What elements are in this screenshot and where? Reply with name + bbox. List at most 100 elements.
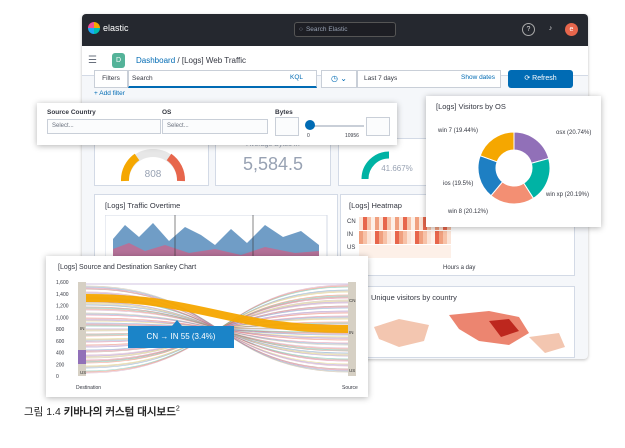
heatmap-cell xyxy=(399,231,403,244)
y-tick-label: 200 xyxy=(56,362,65,368)
bytes-min-input[interactable] xyxy=(275,117,299,136)
search-icon: ○ xyxy=(299,26,303,33)
heatmap-title: [Logs] Heatmap xyxy=(349,201,402,210)
heatmap-cell xyxy=(387,217,391,230)
heatmap-cell xyxy=(427,245,431,258)
global-search-input[interactable]: ○ Search Elastic xyxy=(294,22,396,37)
avg-bytes-panel: Average Bytes In 5,584.5 xyxy=(215,138,331,186)
heatmap-cell xyxy=(395,245,399,258)
heatmap-cell xyxy=(419,217,423,230)
percent-donut: 41.667% xyxy=(361,151,413,180)
source-country-select[interactable]: Select... xyxy=(47,119,161,134)
os-label: OS xyxy=(162,109,172,116)
gauge-value: 808 xyxy=(145,169,162,180)
input-controls-panel: Source Country Select... OS Select... By… xyxy=(37,103,397,145)
heatmap-cell xyxy=(419,245,423,258)
heatmap-cell xyxy=(415,245,419,258)
heatmap-cell xyxy=(439,245,443,258)
pie-slice[interactable] xyxy=(479,131,515,163)
y-tick-label: 800 xyxy=(56,327,65,333)
heatmap-cell xyxy=(423,231,427,244)
user-avatar[interactable]: e xyxy=(565,23,578,36)
heatmap-cell xyxy=(375,217,379,230)
query-bar: Filters Search KQL ◷ ⌄ Last 7 days Show … xyxy=(94,70,573,88)
unique-visitors-title: Unique visitors by country xyxy=(371,293,457,302)
heatmap-cell xyxy=(435,245,439,258)
heatmap-cell xyxy=(359,217,363,230)
top-nav-bar: elastic ○ Search Elastic ? ♪ e xyxy=(82,14,588,46)
heatmap-cell xyxy=(383,231,387,244)
quick-time-picker-icon[interactable]: ◷ ⌄ xyxy=(321,70,357,88)
page-title: [Logs] Web Traffic xyxy=(181,56,247,65)
refresh-button[interactable]: ⟳ Refresh xyxy=(508,70,573,88)
heatmap-cell xyxy=(415,217,419,230)
os-select[interactable]: Select... xyxy=(162,119,268,134)
heatmap-cell xyxy=(411,231,415,244)
pie-label: win xp (20.19%) xyxy=(546,192,590,198)
heatmap-cell xyxy=(367,231,371,244)
heatmap-cell xyxy=(371,231,375,244)
heatmap-cell xyxy=(447,245,451,258)
elastic-logo[interactable]: elastic xyxy=(88,22,129,34)
sankey-title: [Logs] Source and Destination Sankey Cha… xyxy=(58,264,197,271)
heatmap-cell xyxy=(383,245,387,258)
sankey-tooltip: CN → IN 55 (3.4%) xyxy=(128,326,234,348)
heatmap-cell xyxy=(379,231,383,244)
heatmap-cell xyxy=(431,245,435,258)
sankey-destination-label: Destination xyxy=(76,385,102,391)
heatmap-cell xyxy=(383,217,387,230)
pie-label: win 7 (19.44%) xyxy=(438,128,479,134)
help-icon[interactable]: ? xyxy=(522,23,535,36)
heatmap-cell xyxy=(439,231,443,244)
heatmap-cell xyxy=(391,245,395,258)
bytes-max-input[interactable] xyxy=(366,117,390,136)
bytes-slider-handle[interactable] xyxy=(305,120,315,130)
add-filter-link[interactable]: + Add filter xyxy=(94,90,125,97)
y-tick-label: 1,000 xyxy=(56,315,69,321)
heatmap-cell xyxy=(395,231,399,244)
pie-slice[interactable] xyxy=(513,131,550,164)
pie-label: ios (19.5%) xyxy=(443,181,474,187)
right-node-bar xyxy=(348,282,356,376)
heatmap-cell xyxy=(411,245,415,258)
avg-bytes-value: 5,584.5 xyxy=(242,154,304,174)
breadcrumb-dashboard-link[interactable]: Dashboard xyxy=(136,56,175,65)
notification-bell-icon[interactable]: ♪ xyxy=(544,23,557,36)
space-badge[interactable]: D xyxy=(112,53,125,68)
sankey-right-node-label: US xyxy=(349,368,355,373)
heatmap-cell xyxy=(371,245,375,258)
sankey-left-node-label: IN xyxy=(80,326,85,331)
pie-label: win 8 (20.12%) xyxy=(448,209,489,215)
kql-toggle[interactable]: KQL xyxy=(290,74,303,81)
heatmap-cell xyxy=(415,231,419,244)
heatmap-cell xyxy=(443,245,447,258)
heatmap-cell xyxy=(431,231,435,244)
heatmap-cell xyxy=(359,231,363,244)
show-dates-link[interactable]: Show dates xyxy=(461,74,495,81)
bytes-min-label: 0 xyxy=(307,133,310,139)
heatmap-cell xyxy=(407,245,411,258)
bytes-slider-track[interactable] xyxy=(307,125,364,127)
pie-label: osx (20.74%) xyxy=(556,130,592,136)
heatmap-cell xyxy=(419,231,423,244)
unique-visitors-panel: Unique visitors by country xyxy=(352,286,575,358)
heatmap-cell xyxy=(391,231,395,244)
world-map xyxy=(374,311,565,353)
bytes-label: Bytes xyxy=(275,109,293,116)
y-tick-label: 1,400 xyxy=(56,292,69,298)
heatmap-cell xyxy=(403,245,407,258)
elastic-logo-icon xyxy=(88,22,100,34)
breadcrumb: Dashboard / [Logs] Web Traffic xyxy=(136,56,247,65)
heatmap-row-label: IN xyxy=(347,232,353,238)
y-tick-label: 0 xyxy=(56,374,59,380)
query-search-input[interactable]: Search xyxy=(128,70,317,88)
heatmap-cell xyxy=(379,217,383,230)
heatmap-cell xyxy=(367,217,371,230)
percent-value: 41.667% xyxy=(381,164,413,173)
filters-button[interactable]: Filters xyxy=(94,70,128,88)
y-tick-label: 1,200 xyxy=(56,304,69,310)
y-tick-label: 600 xyxy=(56,339,65,345)
heatmap-cell xyxy=(403,231,407,244)
os-donut-chart xyxy=(477,131,551,205)
hamburger-menu-icon[interactable]: ☰ xyxy=(88,54,101,67)
